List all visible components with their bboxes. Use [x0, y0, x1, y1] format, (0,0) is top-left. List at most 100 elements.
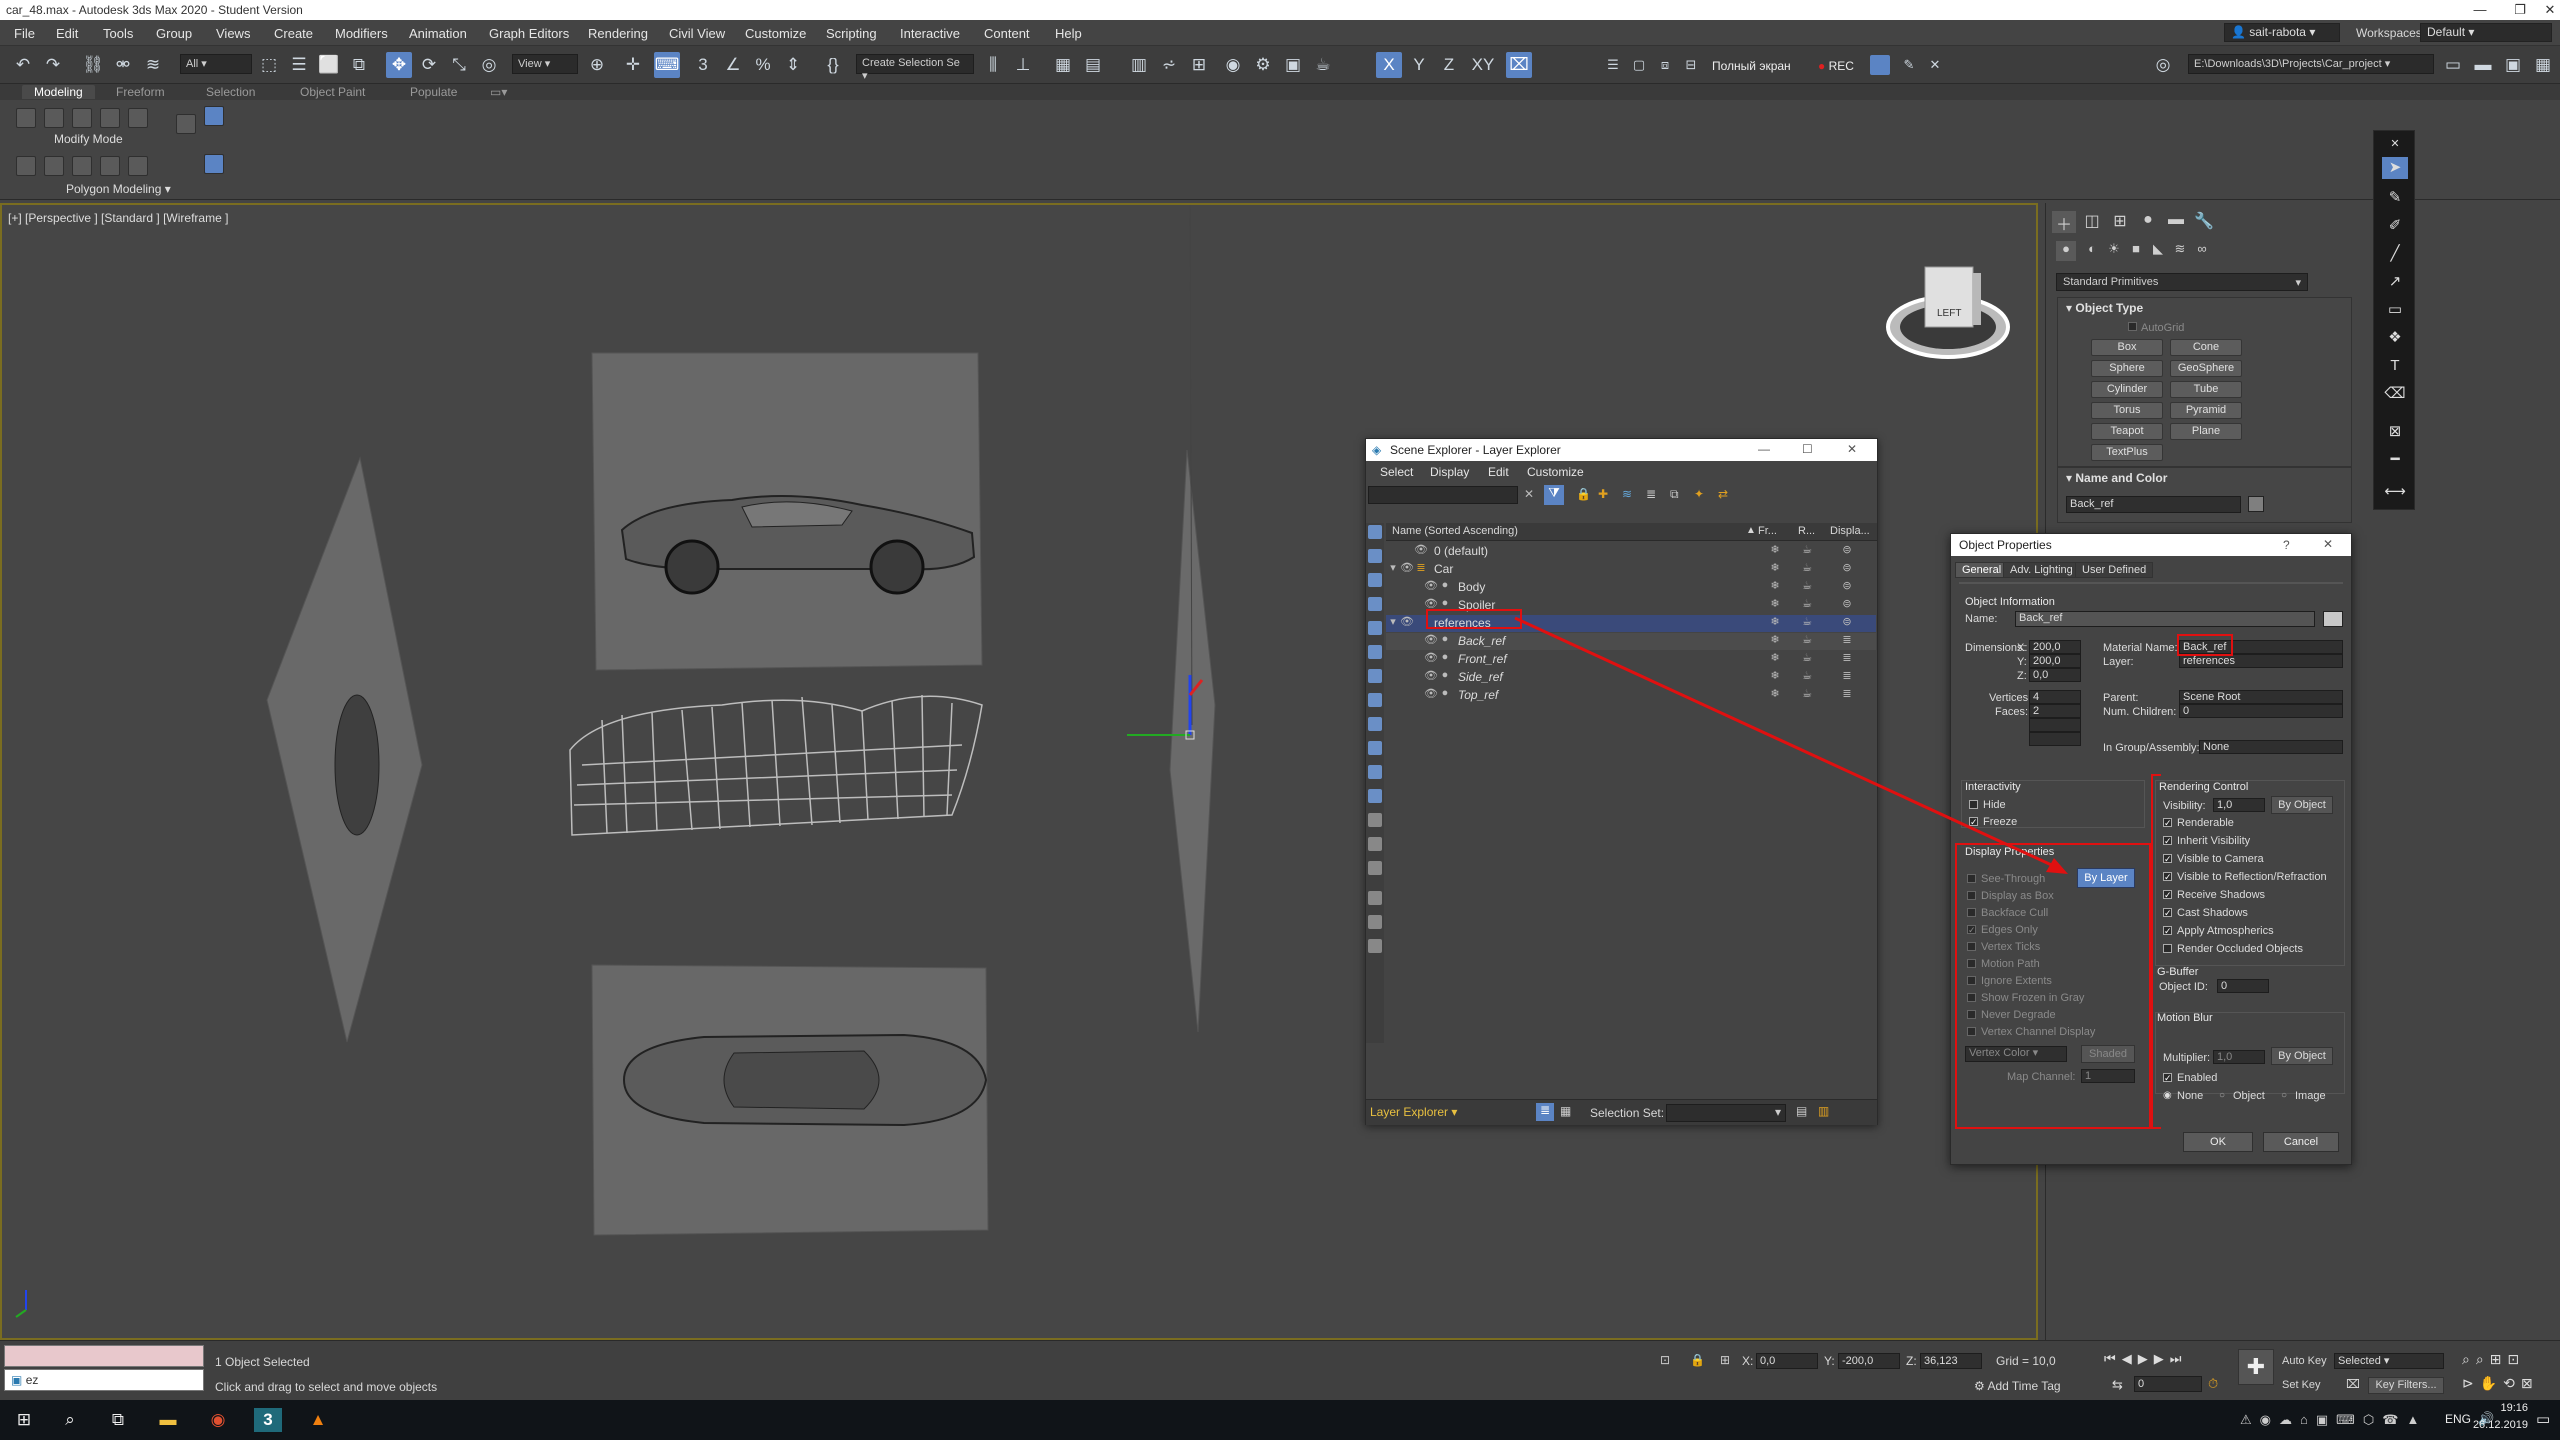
- folder-icon[interactable]: [1368, 939, 1382, 953]
- show-frozen-gray-checkbox[interactable]: [1967, 993, 1976, 1002]
- vertex-mode-icon[interactable]: [16, 108, 36, 128]
- render-icon[interactable]: ☕: [1800, 633, 1814, 647]
- render-icon[interactable]: ☕: [1800, 561, 1814, 575]
- close-recorder-icon[interactable]: ✕: [1922, 52, 1948, 78]
- time-config-icon[interactable]: ⇆: [2112, 1377, 2123, 1393]
- display-icon[interactable]: ⊜: [1840, 615, 1854, 629]
- display-containers-icon[interactable]: [1368, 741, 1382, 755]
- recent-project-icon[interactable]: ▣: [2500, 52, 2526, 78]
- move-icon[interactable]: ✥: [386, 52, 412, 78]
- place-icon[interactable]: ◎: [476, 52, 502, 78]
- freeze-icon[interactable]: ❄: [1768, 543, 1782, 557]
- explorer-type-dropdown[interactable]: Layer Explorer ▾: [1370, 1105, 1457, 1119]
- cancel-button[interactable]: Cancel: [2263, 1132, 2339, 1152]
- frame-icon[interactable]: ▢: [1626, 52, 1652, 78]
- viewcube[interactable]: LEFT: [1880, 265, 2020, 375]
- visibility-eye-icon[interactable]: 👁: [1424, 651, 1438, 665]
- shapes-icon[interactable]: ◐: [2080, 241, 2104, 263]
- freeze-icon[interactable]: ❄: [1768, 687, 1782, 701]
- select-by-name-icon[interactable]: ☰: [286, 52, 312, 78]
- spacewarps-icon[interactable]: ≋: [2168, 241, 2192, 263]
- display-hidden-icon[interactable]: [1368, 789, 1382, 803]
- visibility-eye-icon[interactable]: 👁: [1400, 615, 1414, 629]
- menu-graph-editors[interactable]: Graph Editors: [489, 26, 569, 41]
- apply-atmospherics-checkbox[interactable]: ✓: [2163, 926, 2172, 936]
- render-setup-icon[interactable]: ⚙: [1250, 52, 1276, 78]
- visibility-eye-icon[interactable]: 👁: [1414, 543, 1428, 557]
- scale-icon[interactable]: ⤡: [446, 52, 472, 78]
- close-button[interactable]: ✕: [2530, 0, 2560, 20]
- list-icon[interactable]: ☰: [1600, 52, 1626, 78]
- visibility-eye-icon[interactable]: 👁: [1400, 561, 1414, 575]
- fullscreen-label[interactable]: Полный экран: [1712, 59, 1791, 73]
- object-properties-close[interactable]: ✕: [2323, 537, 2333, 551]
- grid-icon[interactable]: ⊟: [1678, 52, 1704, 78]
- layer-stack-icon[interactable]: ⧉: [1670, 487, 1679, 502]
- map-channel-spinner[interactable]: 1: [2081, 1069, 2135, 1083]
- menu-help[interactable]: Help: [1055, 26, 1082, 41]
- y-coordinate[interactable]: -200,0: [1838, 1353, 1900, 1369]
- visibility-by-object-button[interactable]: By Object: [2271, 796, 2333, 814]
- freeze-icon[interactable]: ❄: [1768, 651, 1782, 665]
- display-all-icon[interactable]: [1368, 813, 1382, 827]
- object-color-swatch[interactable]: [2323, 611, 2343, 627]
- bind-spacewarp-icon[interactable]: ≋: [140, 52, 166, 78]
- lights-icon[interactable]: ☀: [2102, 241, 2126, 263]
- menu-content[interactable]: Content: [984, 26, 1030, 41]
- backface-cull-checkbox[interactable]: [1967, 908, 1976, 917]
- display-xrefs-icon[interactable]: [1368, 693, 1382, 707]
- spinner-snap-icon[interactable]: ⇕: [780, 52, 806, 78]
- menu-animation[interactable]: Animation: [409, 26, 467, 41]
- cast-shadows-checkbox[interactable]: ✓: [2163, 908, 2172, 918]
- tube-button[interactable]: Tube: [2170, 381, 2242, 398]
- tab-object-paint[interactable]: Object Paint: [300, 85, 365, 99]
- cameras-icon[interactable]: ■: [2124, 241, 2148, 263]
- isolate-icon[interactable]: ⊡: [1660, 1353, 1670, 1367]
- key-selection-dropdown[interactable]: Selected ▾: [2334, 1353, 2444, 1369]
- redo-icon[interactable]: ↷: [40, 52, 66, 78]
- tab-populate[interactable]: Populate: [410, 85, 457, 99]
- column-frozen[interactable]: Fr...: [1758, 525, 1777, 537]
- scene-explorer-titlebar[interactable]: ◈ Scene Explorer - Layer Explorer — ☐ ✕: [1366, 439, 1877, 461]
- display-icon[interactable]: ⊜: [1840, 543, 1854, 557]
- viewport-nav-orbit-icons[interactable]: ⊳✋⟲⊠: [2462, 1375, 2539, 1392]
- modify-stack-icon[interactable]: [176, 114, 196, 134]
- name-color-header[interactable]: ▾ Name and Color: [2058, 468, 2351, 488]
- object-row[interactable]: 👁 ● Body ❄ ☕ ⊜: [1386, 579, 1876, 596]
- edit-selection-set-icon[interactable]: ▥: [1818, 1104, 1829, 1118]
- workspace-dropdown[interactable]: Default ▾: [2420, 23, 2552, 42]
- display-lights-icon[interactable]: [1368, 573, 1382, 587]
- display-bones-icon[interactable]: [1368, 717, 1382, 731]
- add-time-tag[interactable]: ⚙ Add Time Tag: [1974, 1379, 2061, 1393]
- link-icon[interactable]: ⛓: [80, 52, 106, 78]
- blur-object-radio[interactable]: ○: [2219, 1090, 2225, 1101]
- material-editor-icon[interactable]: ◉: [1220, 52, 1246, 78]
- line-width-icon[interactable]: ━: [2382, 449, 2408, 471]
- object-type-header[interactable]: ▾ Object Type: [2058, 298, 2351, 318]
- object-name-input[interactable]: Back_ref: [2015, 611, 2315, 627]
- menu-file[interactable]: File: [14, 26, 35, 41]
- never-degrade-checkbox[interactable]: [1967, 1010, 1976, 1019]
- tab-user-defined[interactable]: User Defined: [2075, 562, 2154, 578]
- torus-button[interactable]: Torus: [2091, 402, 2163, 419]
- layer-row[interactable]: 👁 0 (default) ❄ ☕ ⊜: [1386, 543, 1876, 560]
- expand-arrow-icon[interactable]: ▾: [1386, 615, 1400, 629]
- menu-views[interactable]: Views: [216, 26, 250, 41]
- toggle-layer-explorer-icon[interactable]: ▤: [1080, 52, 1106, 78]
- key-filters-button[interactable]: Key Filters...: [2368, 1377, 2444, 1394]
- freeze-checkbox[interactable]: ✓: [1969, 817, 1978, 827]
- display-frozen-icon[interactable]: [1368, 765, 1382, 779]
- project-path-dropdown[interactable]: E:\Downloads\3D\Projects\Car_project ▾: [2188, 54, 2434, 74]
- lock-icon[interactable]: 🔒: [1576, 487, 1591, 501]
- clear-search-icon[interactable]: ✕: [1524, 487, 1534, 501]
- axis-y-button[interactable]: Y: [1406, 52, 1432, 78]
- hide-checkbox[interactable]: [1969, 800, 1978, 809]
- layer-explorer-icon[interactable]: ≣: [1536, 1103, 1554, 1121]
- visibility-spinner[interactable]: 1,0: [2213, 798, 2265, 812]
- scene-menu-customize[interactable]: Customize: [1527, 465, 1584, 479]
- select-children-icon[interactable]: ≣: [1646, 487, 1656, 501]
- toggle-ribbon-icon[interactable]: ▥: [1126, 52, 1152, 78]
- close-toolbar-icon[interactable]: ✕: [2382, 133, 2408, 155]
- start-icon[interactable]: ⊞: [10, 1408, 38, 1432]
- snaps-toggle-icon[interactable]: 3: [690, 52, 716, 78]
